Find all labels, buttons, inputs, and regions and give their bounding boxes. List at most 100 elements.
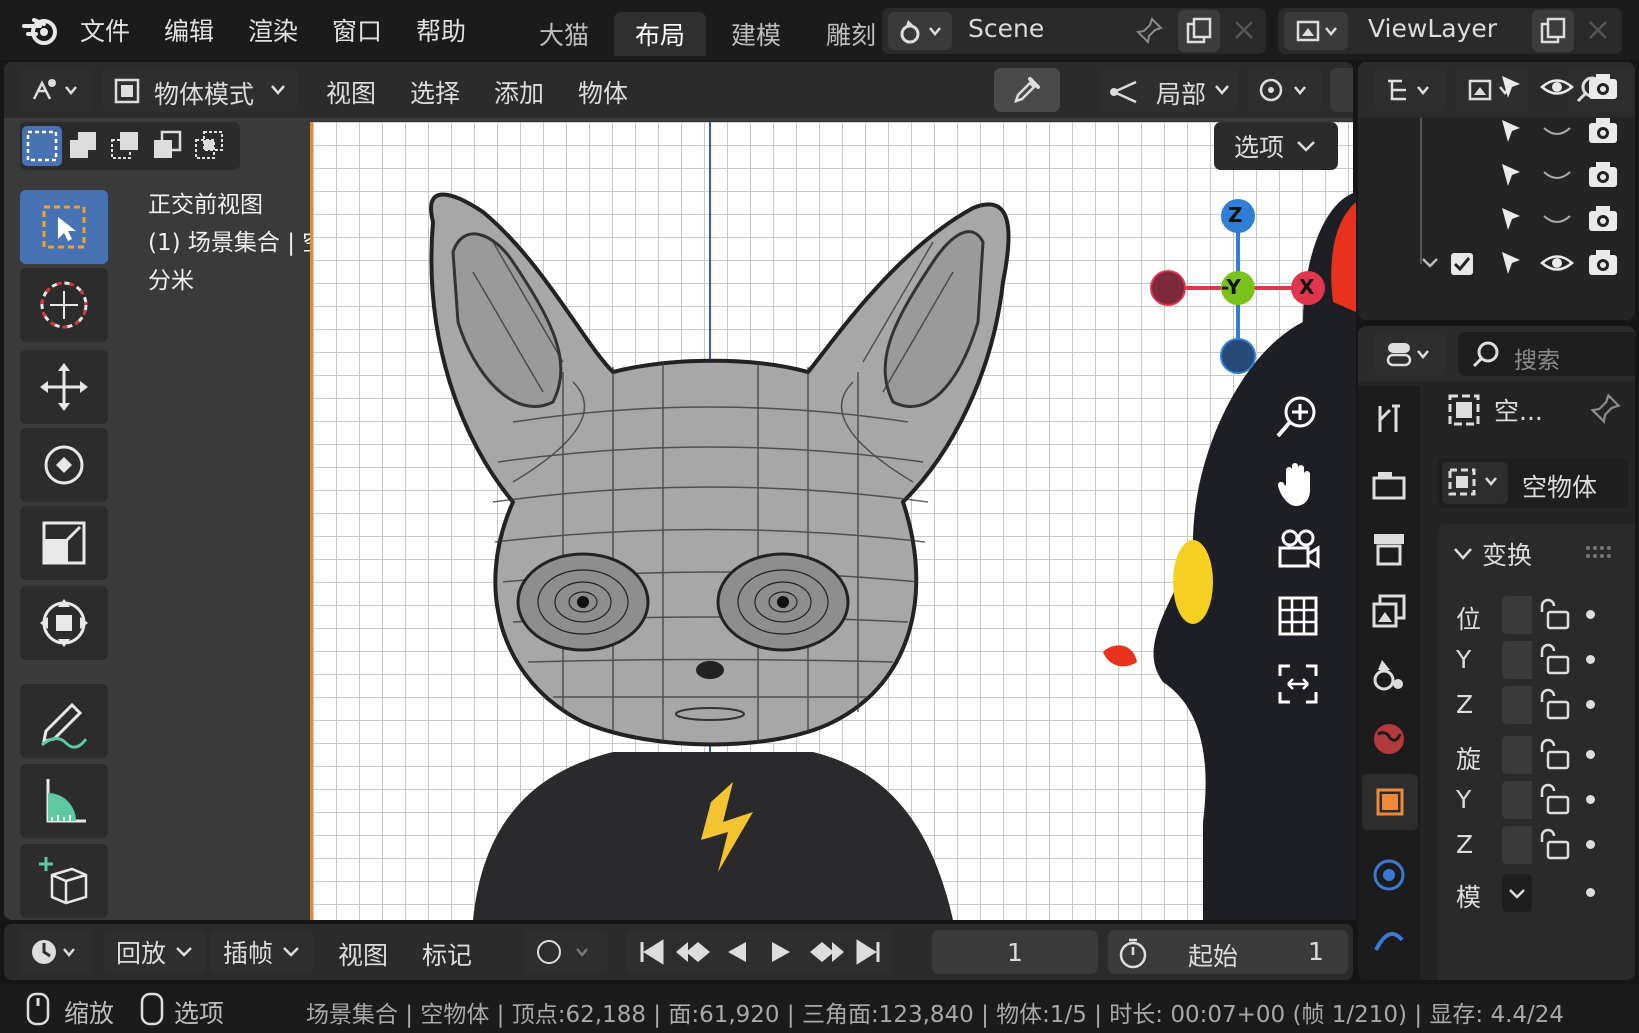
frame-start-field[interactable]: 起始 1	[1108, 930, 1348, 974]
tool-add-cube[interactable]	[20, 844, 108, 918]
timeline-menu-view[interactable]: 视图	[338, 936, 388, 972]
menu-file[interactable]: 文件	[80, 12, 130, 48]
pin-icon[interactable]	[1588, 392, 1622, 426]
transform-value-field[interactable]	[1502, 874, 1532, 912]
object-type-name[interactable]: 空物体	[1522, 468, 1597, 504]
next-keyframe-icon[interactable]	[806, 938, 846, 966]
constraints-tab-icon[interactable]	[1370, 920, 1408, 958]
object-type-field[interactable]: 空物体	[1438, 458, 1628, 508]
chevron-down-icon[interactable]	[1452, 546, 1474, 562]
menu-help[interactable]: 帮助	[416, 12, 466, 48]
tool-scale[interactable]	[20, 506, 108, 580]
properties-search[interactable]: 搜索	[1458, 332, 1635, 376]
outliner-row[interactable]	[1358, 248, 1635, 288]
jump-end-icon[interactable]	[854, 938, 884, 966]
menu-render[interactable]: 渲染	[248, 12, 298, 48]
close-scene-icon[interactable]	[1230, 16, 1258, 44]
menu-window[interactable]: 窗口	[332, 12, 382, 48]
render-tab-icon[interactable]	[1370, 466, 1408, 504]
transform-value-field[interactable]	[1502, 736, 1532, 774]
output-tab-icon[interactable]	[1370, 530, 1408, 568]
viewport-menu-add[interactable]: 添加	[494, 74, 544, 110]
new-scene-icon[interactable]	[1178, 10, 1220, 52]
tool-measure[interactable]	[20, 764, 108, 838]
select-extend-button[interactable]	[64, 126, 104, 166]
select-subtract-button[interactable]	[106, 126, 146, 166]
physics-tab-icon[interactable]	[1370, 856, 1408, 894]
keyframe-dot-icon[interactable]	[1586, 795, 1595, 804]
keyframe-dot-icon[interactable]	[1586, 655, 1595, 664]
jump-start-icon[interactable]	[636, 938, 666, 966]
navigation-gizmo[interactable]: Z X -Y	[1148, 196, 1328, 376]
camera-render-icon[interactable]	[1586, 204, 1620, 234]
transform-value-field[interactable]	[1502, 686, 1532, 724]
close-view-layer-icon[interactable]	[1584, 16, 1612, 44]
eye-open-icon[interactable]	[1540, 74, 1574, 100]
pan-button[interactable]	[1270, 456, 1326, 512]
unlock-icon[interactable]	[1536, 783, 1572, 817]
checkbox-checked-icon[interactable]	[1448, 250, 1476, 278]
viewport-options-button[interactable]: 选项	[1214, 122, 1338, 170]
scene-name[interactable]: Scene	[968, 14, 1044, 43]
tab-workspace-3[interactable]: 雕刻	[806, 12, 878, 56]
object-type-dropdown[interactable]	[1442, 462, 1508, 504]
keying-menu[interactable]: 插帧	[210, 930, 314, 974]
view-layer-name[interactable]: ViewLayer	[1368, 14, 1497, 43]
new-view-layer-icon[interactable]	[1532, 10, 1574, 52]
tool-rotate[interactable]	[20, 428, 108, 502]
tool-transform[interactable]	[20, 586, 108, 660]
frame-selected-button[interactable]	[1270, 656, 1326, 712]
world-tab-icon[interactable]	[1370, 720, 1408, 758]
outliner-panel[interactable]	[1358, 62, 1635, 320]
play-reverse-icon[interactable]	[722, 938, 752, 966]
transform-value-field[interactable]	[1502, 641, 1532, 679]
select-intersect-button[interactable]	[190, 126, 230, 166]
eye-open-icon[interactable]	[1540, 250, 1574, 276]
transform-property-row[interactable]: Y	[1438, 639, 1635, 681]
unlock-icon[interactable]	[1536, 688, 1572, 722]
keyframe-dot-icon[interactable]	[1586, 750, 1595, 759]
unlock-icon[interactable]	[1536, 828, 1572, 862]
scene-selector[interactable]: Scene	[882, 8, 1266, 54]
object-tab-icon[interactable]	[1362, 774, 1418, 830]
mode-selector[interactable]: 物体模式	[102, 68, 298, 112]
camera-view-button[interactable]	[1270, 522, 1326, 578]
camera-render-icon[interactable]	[1586, 160, 1620, 190]
ortho-toggle-button[interactable]	[1270, 588, 1326, 644]
keyframe-dot-icon[interactable]	[1586, 888, 1595, 897]
transform-value-field[interactable]	[1502, 596, 1532, 634]
viewport-menu-select[interactable]: 选择	[410, 74, 460, 110]
menu-edit[interactable]: 编辑	[164, 12, 214, 48]
transform-orientation-selector[interactable]: 局部	[1100, 68, 1238, 112]
timeline-menu-marker[interactable]: 标记	[422, 936, 472, 972]
tool-move[interactable]	[20, 350, 108, 424]
playback-menu[interactable]: 回放	[104, 930, 206, 974]
properties-panel[interactable]: 搜索 空... 空物体 变换 位YZ旋YZ模	[1358, 326, 1635, 980]
zoom-button[interactable]	[1270, 388, 1326, 444]
selectable-arrow-icon[interactable]	[1496, 116, 1526, 146]
keyframe-dot-icon[interactable]	[1586, 700, 1595, 709]
viewport-menu-view[interactable]: 视图	[326, 74, 376, 110]
keyframe-dot-icon[interactable]	[1586, 610, 1595, 619]
unlock-icon[interactable]	[1536, 738, 1572, 772]
object-name-short[interactable]: 空...	[1494, 392, 1543, 428]
play-icon[interactable]	[766, 938, 796, 966]
selectable-arrow-icon[interactable]	[1496, 204, 1526, 234]
outliner-row[interactable]	[1358, 204, 1635, 244]
properties-editor-type[interactable]	[1374, 332, 1446, 376]
editor-type-button[interactable]	[20, 68, 92, 112]
transform-property-row[interactable]: Y	[1438, 779, 1635, 821]
eye-closed-icon[interactable]	[1540, 118, 1574, 144]
chevron-down-icon[interactable]	[1420, 256, 1440, 270]
view-layer-selector[interactable]: ViewLayer	[1278, 8, 1622, 54]
current-frame-field[interactable]: 1	[932, 930, 1098, 974]
pivot-point-selector[interactable]	[1248, 68, 1322, 112]
transform-section-title[interactable]: 变换	[1482, 536, 1532, 572]
eyedropper-button[interactable]	[994, 68, 1060, 112]
snap-toggle[interactable]	[1330, 68, 1353, 112]
eye-closed-icon[interactable]	[1540, 162, 1574, 188]
scene-icon[interactable]	[888, 12, 952, 50]
transform-property-row[interactable]: 模	[1438, 872, 1635, 914]
tool-select-box[interactable]	[20, 190, 108, 264]
unlock-icon[interactable]	[1536, 598, 1572, 632]
